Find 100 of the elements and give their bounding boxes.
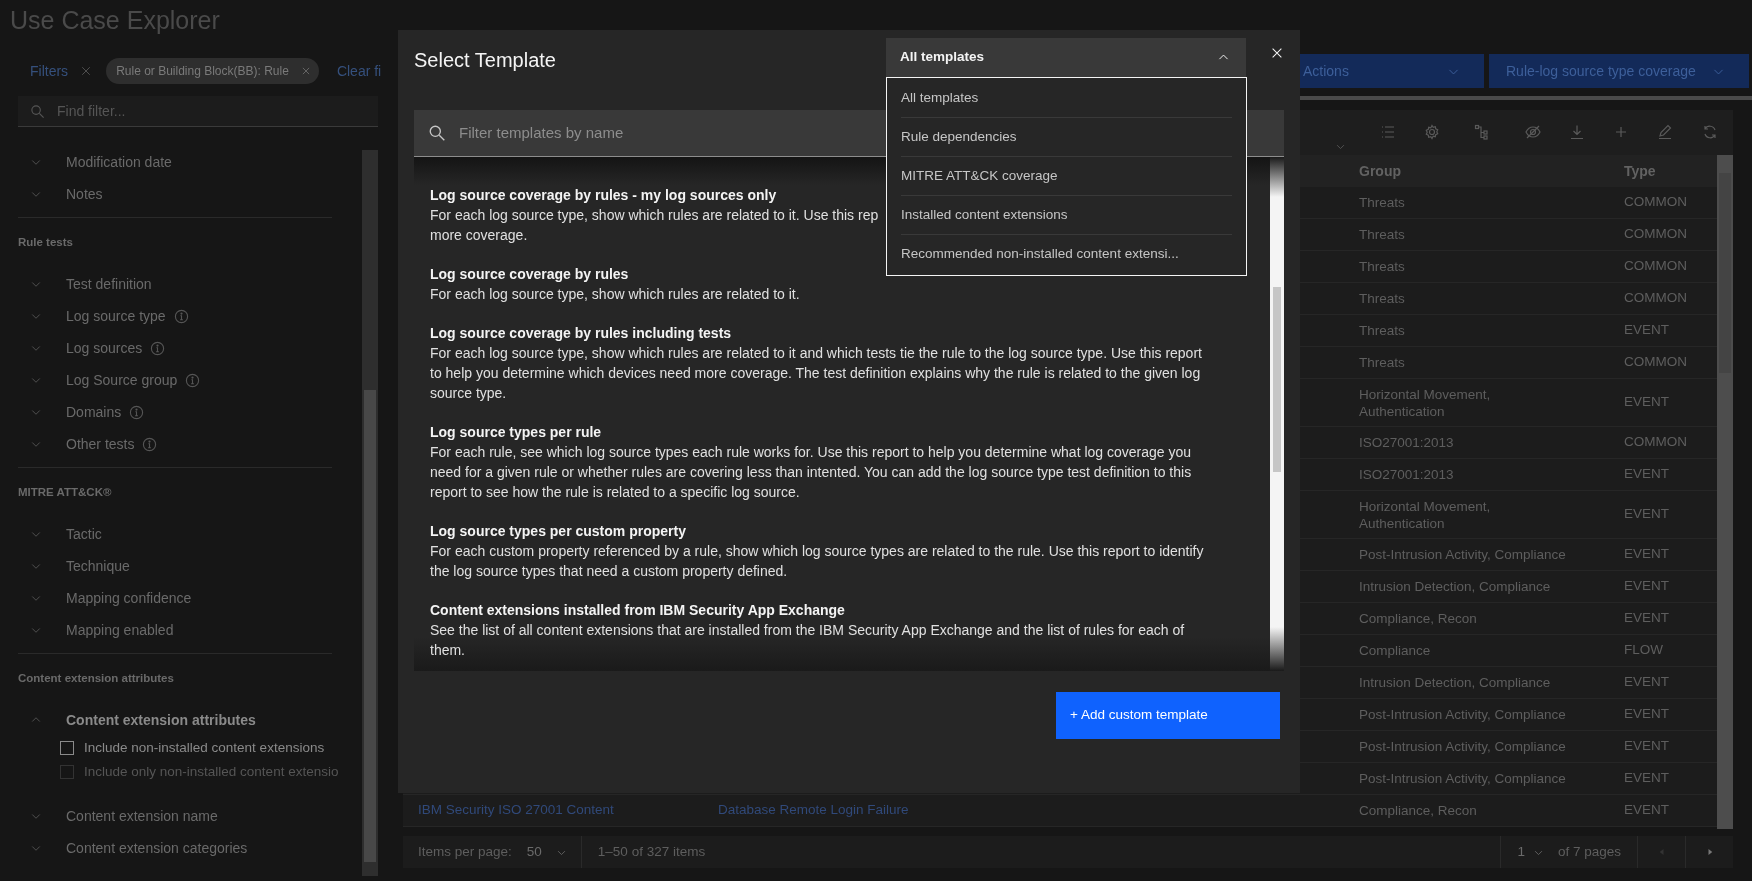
dropdown-option[interactable]: Recommended non-installed content extensi... — [901, 235, 1232, 274]
table-cell-text: COMMON — [1624, 353, 1687, 372]
table-cell: Horizontal Movement, Authentication — [1359, 385, 1491, 420]
clear-filters-link[interactable]: Clear fi — [336, 60, 382, 82]
table-cell-text: COMMON — [1624, 225, 1687, 244]
table-cell: Threats — [1359, 226, 1405, 243]
filter-category[interactable]: Content extension name — [66, 805, 218, 827]
items-per-page-label: Items per page: — [418, 842, 512, 861]
table-cell-text: EVENT — [1624, 577, 1669, 596]
table-cell: Threats — [1359, 258, 1405, 275]
search-icon — [428, 124, 446, 142]
table-cell: ISO27001:2013 — [1359, 466, 1454, 483]
template-title[interactable]: Log source types per rule — [430, 422, 602, 442]
filter-category[interactable]: Test definition — [66, 273, 152, 295]
filter-category[interactable]: Mapping enabled — [66, 619, 174, 641]
filter-category[interactable]: Log sources — [66, 337, 143, 359]
table-cell: Post-Intrusion Activity, Compliance — [1359, 706, 1566, 723]
section-heading: Rule tests — [18, 235, 74, 251]
modal-title: Select Template — [414, 48, 556, 72]
scrollbar[interactable] — [1717, 155, 1733, 829]
hide-icon[interactable] — [1525, 124, 1541, 140]
checkbox-label: Include only non-installed content extensio — [84, 762, 339, 781]
filter-category[interactable]: Domains — [66, 401, 122, 423]
checkbox-label: Include non-installed content extensions — [84, 738, 325, 757]
table-link[interactable]: IBM Security ISO 27001 Content — [418, 800, 614, 821]
template-dropdown[interactable]: All templates — [886, 38, 1246, 77]
dropdown-option[interactable]: All templates — [901, 79, 1232, 118]
dropdown-option[interactable]: Rule dependencies — [901, 118, 1232, 157]
table-cell-text: EVENT — [1624, 801, 1669, 820]
table-cell-text: COMMON — [1624, 257, 1687, 276]
template-title[interactable]: Log source coverage by rules - my log sources only — [430, 185, 777, 205]
table-cell-text: EVENT — [1624, 545, 1669, 564]
close-icon — [80, 65, 93, 77]
column-header[interactable]: Type — [1624, 160, 1656, 182]
table-cell: Compliance, Recon — [1359, 610, 1477, 627]
column-header[interactable]: Group — [1359, 160, 1401, 182]
table-cell: Post-Intrusion Activity, Compliance — [1359, 770, 1566, 787]
filter-category[interactable]: Technique — [66, 555, 130, 577]
table-cell: Threats — [1359, 322, 1405, 339]
dropdown-option[interactable]: Installed content extensions — [901, 196, 1232, 235]
section-heading: Content extension attributes — [18, 671, 175, 687]
filter-category[interactable]: Notes — [66, 183, 103, 205]
dropdown-button[interactable]: Rule-log source type coverage — [1489, 54, 1749, 88]
search-icon — [30, 103, 45, 119]
filter-category[interactable]: Other tests — [66, 433, 135, 455]
add-icon[interactable] — [1613, 124, 1629, 140]
filter-search-field[interactable]: Find filter... — [18, 96, 378, 127]
table-cell-text: EVENT — [1624, 769, 1669, 788]
table-cell-text: EVENT — [1624, 609, 1669, 628]
table-cell-text: EVENT — [1624, 393, 1669, 412]
dropdown-option[interactable]: MITRE ATT&CK coverage — [901, 157, 1232, 196]
template-title[interactable]: Log source coverage by rules — [430, 264, 629, 284]
list-icon[interactable] — [1380, 124, 1396, 140]
edit-icon[interactable] — [1657, 124, 1673, 140]
table-cell: Threats — [1359, 290, 1405, 307]
table-cell-text: EVENT — [1624, 705, 1669, 724]
table-cell: Post-Intrusion Activity, Compliance — [1359, 546, 1566, 563]
checkbox[interactable] — [60, 741, 74, 755]
table-cell: Compliance, Recon — [1359, 802, 1477, 819]
template-description: For each rule, see which log source types each rule works for. Use this report to help you determine what log coverage you need for a given rule or whether rules are covering less than intented. You can add the log source type test definition to this report to see how the rule is related to a specific log source. — [430, 443, 1192, 502]
refresh-icon[interactable] — [1702, 124, 1718, 140]
table-cell-text: EVENT — [1624, 465, 1669, 484]
table-cell-text: EVENT — [1624, 505, 1669, 524]
scrollbar[interactable] — [362, 150, 378, 876]
close-icon — [300, 66, 311, 76]
table-cell: Compliance — [1359, 642, 1431, 659]
filter-category[interactable]: Content extension attributes — [66, 709, 256, 731]
table-cell-text: EVENT — [1624, 321, 1669, 340]
table-link[interactable]: Database Remote Login Failure — [718, 800, 909, 821]
settings-icon[interactable] — [1424, 124, 1440, 140]
hierarchy-icon[interactable] — [1474, 124, 1490, 140]
filter-tag[interactable]: Rule or Building Block(BB): Rule — [106, 58, 319, 84]
filter-tag-label: Rule or Building Block(BB): Rule — [116, 63, 289, 80]
filter-category[interactable]: Mapping confidence — [66, 587, 192, 609]
table-cell-text: COMMON — [1624, 193, 1687, 212]
template-title[interactable]: Log source coverage by rules including tests — [430, 323, 732, 343]
filters-label: Filters — [30, 61, 69, 81]
table-cell: Threats — [1359, 354, 1405, 371]
scrollbar[interactable] — [1270, 157, 1284, 671]
table-cell: Intrusion Detection, Compliance — [1359, 578, 1551, 595]
template-title[interactable]: Log source types per custom property — [430, 521, 686, 541]
add-template-button[interactable]: + Add custom template — [1056, 692, 1280, 739]
table-cell: Intrusion Detection, Compliance — [1359, 674, 1551, 691]
template-title[interactable]: Content extensions installed from IBM Security App Exchange — [430, 600, 845, 620]
filter-category[interactable]: Log source type — [66, 305, 166, 327]
template-description: See the list of all content extensions that are installed from the IBM Security App Exchange and the list of rules for each of them. — [430, 621, 1185, 660]
template-description: For each log source type, show which rules are related to it and which tests tie the rule to the log source type. Use this report to help you determine which devices need more coverage. The test definition explains why the rule is related to the given log source type. — [430, 344, 1202, 403]
page-select[interactable]: 1 — [1500, 836, 1544, 868]
filter-category[interactable]: Modification date — [66, 151, 172, 173]
page-count: of 7 pages — [1557, 842, 1621, 861]
table-cell-text: EVENT — [1624, 673, 1669, 692]
filter-category[interactable]: Log Source group — [66, 369, 178, 391]
table-cell: Threats — [1359, 194, 1405, 211]
download-icon[interactable] — [1569, 124, 1585, 140]
table-cell-text: COMMON — [1624, 433, 1687, 452]
filter-category[interactable]: Content extension categories — [66, 837, 248, 859]
close-icon[interactable] — [1270, 46, 1284, 60]
items-per-page-select[interactable]: 50 — [526, 836, 582, 868]
table-cell-text: FLOW — [1624, 641, 1663, 660]
filter-category[interactable]: Tactic — [66, 523, 102, 545]
